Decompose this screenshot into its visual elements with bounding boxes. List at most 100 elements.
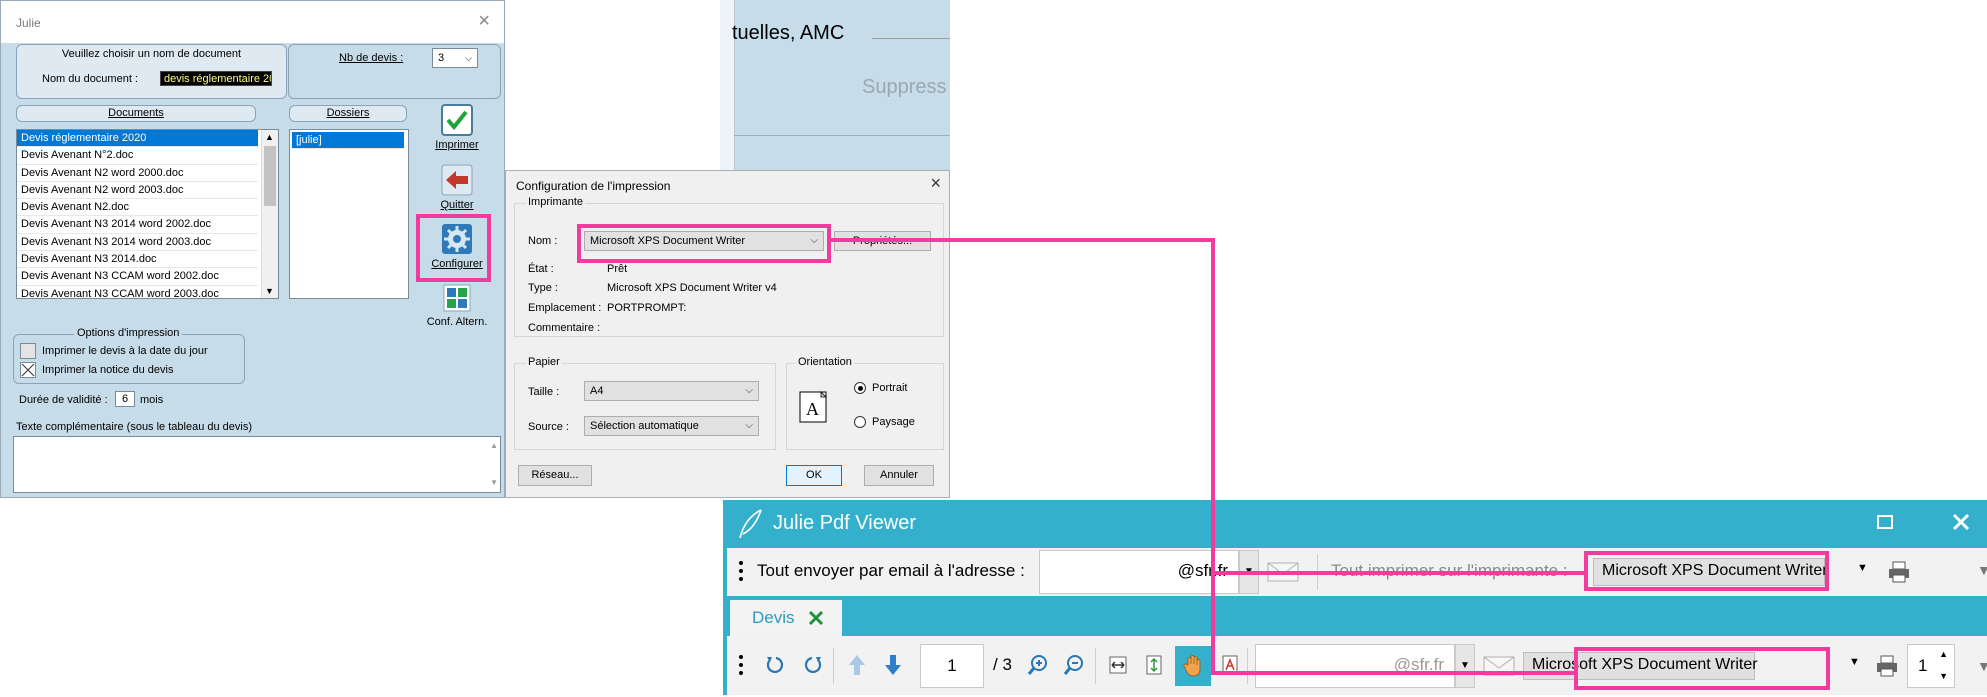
zoom-in-icon[interactable] — [1027, 654, 1049, 676]
state-value: Prêt — [607, 263, 628, 275]
validity-unit: mois — [140, 394, 164, 406]
document-item[interactable]: Devis Avenant N3 CCAM word 2002.doc — [17, 268, 258, 286]
drag-handle-icon[interactable] — [739, 560, 743, 582]
julie-title: Julie — [16, 16, 41, 30]
opt-notice-checkbox[interactable] — [20, 362, 36, 378]
portrait-radio[interactable] — [854, 382, 866, 394]
doc-name-group: Veuillez choisir un nom de document Nom … — [16, 44, 287, 99]
location-value: PORTPROMPT: — [607, 302, 687, 314]
printer-name-highlight — [577, 224, 831, 263]
document-item[interactable]: Devis Avenant N3 CCAM word 2003.doc — [17, 286, 258, 298]
dossiers-list[interactable]: [julie] — [289, 129, 409, 299]
source-select[interactable]: Sélection automatique ⌵ — [584, 416, 759, 436]
close-icon[interactable]: × — [478, 10, 490, 33]
documents-list[interactable]: Devis réglementaire 2020 Devis Avenant N°… — [16, 129, 279, 299]
printer-group-title: Imprimante — [526, 196, 586, 208]
extra-text-area[interactable]: ▲ ▼ — [13, 436, 501, 493]
size-label: Taille : — [528, 386, 560, 398]
connector-line — [831, 238, 1215, 242]
drag-handle-icon[interactable] — [739, 654, 743, 676]
document-item[interactable]: Devis Avenant N2 word 2000.doc — [17, 165, 258, 182]
check-cross-icon — [21, 363, 35, 377]
portrait-page-icon: A — [799, 391, 827, 423]
email-dropdown-icon[interactable]: ▼ — [1455, 644, 1475, 688]
options-group: Options d'impression Imprimer le devis à… — [13, 327, 245, 384]
bg-heading: tuelles, AMC — [732, 22, 845, 44]
network-button[interactable]: Réseau... — [518, 465, 592, 486]
arrow-up-icon[interactable] — [847, 653, 867, 677]
hand-icon — [1183, 655, 1201, 677]
ok-button[interactable]: OK — [786, 465, 842, 486]
email-label: Tout envoyer par email à l'adresse : — [757, 561, 1025, 580]
source-label: Source : — [528, 421, 569, 433]
document-item[interactable]: Devis Avenant N2 word 2003.doc — [17, 182, 258, 200]
pdf-viewer-title: Julie Pdf Viewer — [773, 512, 917, 534]
printer-icon[interactable] — [1875, 654, 1899, 678]
fit-page-icon[interactable] — [1143, 654, 1165, 676]
connector-line — [1211, 238, 1215, 675]
scroll-up-icon[interactable]: ▲ — [265, 132, 274, 142]
landscape-radio[interactable] — [854, 416, 866, 428]
copies-stepper[interactable]: 1 ▲ ▼ — [1907, 644, 1955, 688]
email-input-2[interactable]: @sfr.fr — [1255, 644, 1455, 688]
size-select[interactable]: A4 ⌵ — [584, 381, 759, 401]
chevron-down-icon[interactable]: ▼ — [1849, 656, 1860, 668]
opt-date-checkbox[interactable] — [20, 343, 36, 359]
documents-scrollbar[interactable]: ▲ ▼ — [261, 130, 278, 298]
tab-strip: Devis — [723, 596, 1987, 636]
document-item[interactable]: Devis Avenant N3 2014.doc — [17, 251, 258, 269]
hand-tool-button[interactable] — [1175, 646, 1211, 686]
scroll-thumb[interactable] — [264, 146, 276, 206]
chevron-down-icon[interactable]: ▼ — [1857, 562, 1868, 574]
conf-altern-button[interactable]: Conf. Altern. — [419, 284, 495, 328]
page-input[interactable]: 1 — [920, 644, 984, 688]
document-item[interactable]: Devis Avenant N2.doc — [17, 199, 258, 217]
validity-input[interactable]: 6 — [115, 391, 135, 407]
tab-devis-label: Devis — [752, 608, 795, 627]
tab-devis[interactable]: Devis — [730, 600, 842, 636]
printer-icon[interactable] — [1887, 560, 1911, 584]
arrow-down-icon[interactable] — [883, 653, 903, 677]
checkmark-icon — [441, 104, 473, 136]
overflow-icon[interactable]: ▼ — [1977, 562, 1987, 578]
close-icon[interactable] — [1951, 512, 1971, 532]
svg-text:A: A — [806, 399, 819, 419]
extra-text-label: Texte complémentaire (sous le tableau du… — [16, 421, 253, 433]
overflow-icon[interactable]: ▼ — [1977, 658, 1987, 674]
email-input[interactable]: @sfr.fr — [1039, 550, 1239, 594]
decrement-icon[interactable]: ▼ — [1939, 655, 1948, 697]
rotate-right-icon[interactable] — [801, 654, 823, 676]
document-item[interactable]: Devis Avenant N3 2014 word 2002.doc — [17, 216, 258, 234]
type-value: Microsoft XPS Document Writer v4 — [607, 282, 777, 294]
copies-value: 1 — [1918, 656, 1928, 675]
nb-devis-select[interactable]: 3 ⌵ — [432, 48, 478, 68]
cancel-button[interactable]: Annuler — [864, 465, 934, 486]
zoom-out-icon[interactable] — [1063, 654, 1085, 676]
julie-titlebar: Julie × — [1, 1, 504, 43]
document-item[interactable]: Devis réglementaire 2020 — [17, 130, 258, 148]
chevron-down-icon: ⌵ — [465, 53, 472, 63]
maximize-icon[interactable] — [1877, 515, 1893, 529]
options-title: Options d'impression — [74, 327, 183, 339]
close-icon[interactable]: × — [930, 173, 941, 194]
imprimer-button[interactable]: Imprimer — [421, 104, 493, 151]
scroll-down-icon[interactable]: ▼ — [265, 286, 274, 296]
nb-devis-label: Nb de devis : — [339, 52, 404, 64]
paper-group-title: Papier — [526, 356, 562, 368]
document-item[interactable]: Devis Avenant N3 2014 word 2003.doc — [17, 234, 258, 252]
doc-name-input[interactable]: devis réglementaire 20 — [160, 71, 272, 86]
rotate-left-icon[interactable] — [765, 654, 787, 676]
scroll-up-icon[interactable]: ▲ — [490, 439, 498, 453]
source-value: Sélection automatique — [590, 420, 699, 432]
dossiers-header: Dossiers — [289, 105, 407, 122]
quitter-button[interactable]: Quitter — [421, 164, 493, 211]
document-item[interactable]: Devis Avenant N°2.doc — [17, 147, 258, 165]
bg-suppress-button[interactable]: Suppress — [862, 76, 947, 99]
back-arrow-icon — [441, 164, 473, 196]
chevron-down-icon: ⌵ — [745, 385, 753, 396]
dossier-item[interactable]: [julie] — [292, 132, 404, 150]
toolbar-separator — [1247, 648, 1248, 684]
close-tab-icon[interactable] — [808, 610, 824, 626]
scroll-down-icon[interactable]: ▼ — [490, 476, 498, 490]
fit-width-icon[interactable] — [1107, 654, 1129, 676]
